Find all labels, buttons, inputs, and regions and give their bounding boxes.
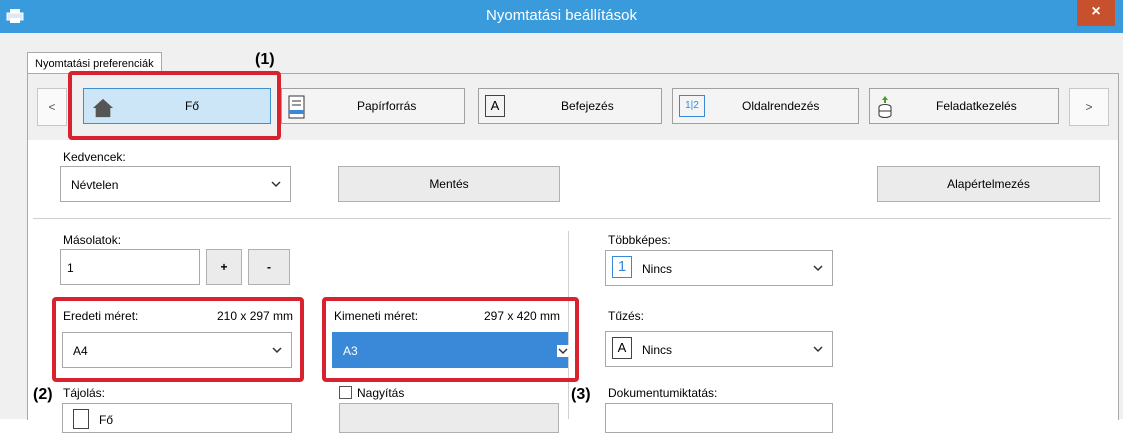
- multipage-label: Többképes:: [608, 233, 671, 247]
- zoom-checkbox[interactable]: [339, 386, 352, 399]
- favorites-label: Kedvencek:: [63, 150, 126, 164]
- copies-value: 1: [67, 261, 74, 275]
- output-size-select[interactable]: A3: [332, 332, 569, 368]
- scroll-left-button[interactable]: <: [37, 88, 67, 126]
- original-size-label: Eredeti méret:: [63, 309, 139, 323]
- multipage-select[interactable]: 1 Nincs: [605, 250, 833, 286]
- multipage-value: Nincs: [642, 262, 673, 276]
- copies-increment-button[interactable]: +: [206, 249, 242, 285]
- close-icon: ×: [1091, 3, 1101, 20]
- title-bar: Nyomtatási beállítások ×: [0, 0, 1123, 33]
- paper-tray-icon: [288, 95, 305, 119]
- chevron-down-icon: [813, 265, 823, 272]
- stapling-label: Tűzés:: [608, 309, 645, 323]
- chevron-down-icon: [813, 346, 823, 353]
- orientation-icon: [73, 409, 89, 429]
- tab-finishing-label: Befejezés: [561, 99, 614, 113]
- output-size-dims: 297 x 420 mm: [484, 309, 561, 323]
- original-size-value: A4: [73, 344, 88, 358]
- window-title: Nyomtatási beállítások: [486, 7, 637, 24]
- output-size-value: A3: [343, 344, 358, 358]
- tab-job-handling[interactable]: Feladatkezelés: [869, 88, 1059, 124]
- copies-input[interactable]: 1: [60, 249, 200, 285]
- orientation-value: Fő: [99, 413, 114, 427]
- multipage-icon: 1: [612, 256, 632, 278]
- chevron-down-icon: [557, 345, 569, 357]
- tab-layout-label: Oldalrendezés: [742, 99, 820, 113]
- job-storage-icon: [878, 96, 892, 118]
- tab-paper-source-label: Papírforrás: [357, 99, 417, 113]
- layout-icon: 1|2: [679, 95, 705, 117]
- callout-1: (1): [255, 51, 275, 68]
- callout-box-main-tab: [68, 71, 281, 140]
- tab-finishing[interactable]: A Befejezés: [478, 88, 662, 124]
- favorites-select[interactable]: Névtelen: [60, 166, 291, 202]
- chevron-down-icon: [272, 347, 282, 354]
- tab-job-handling-label: Feladatkezelés: [936, 99, 1017, 113]
- orientation-label: Tájolás:: [63, 386, 106, 400]
- finishing-icon: A: [485, 95, 505, 117]
- original-size-select[interactable]: A4: [62, 332, 292, 368]
- document-filing-label: Dokumentumiktatás:: [608, 386, 718, 400]
- scroll-right-button[interactable]: >: [1069, 88, 1109, 126]
- staple-icon: A: [612, 337, 632, 359]
- orientation-select[interactable]: Fő: [62, 403, 292, 433]
- favorites-value: Névtelen: [71, 178, 119, 192]
- tab-layout[interactable]: 1|2 Oldalrendezés: [672, 88, 859, 124]
- stapling-value: Nincs: [642, 343, 673, 357]
- close-button[interactable]: ×: [1077, 0, 1115, 26]
- original-size-dims: 210 x 297 mm: [217, 309, 294, 323]
- callout-2: (2): [33, 386, 53, 403]
- zoom-label: Nagyítás: [357, 386, 405, 400]
- zoom-settings-button[interactable]: [339, 403, 559, 433]
- copies-decrement-button[interactable]: -: [248, 249, 290, 285]
- chevron-down-icon: [271, 181, 281, 188]
- callout-3: (3): [571, 386, 591, 403]
- copies-label: Másolatok:: [63, 233, 122, 247]
- tab-paper-source[interactable]: Papírforrás: [281, 88, 465, 124]
- defaults-button[interactable]: Alapértelmezés: [877, 166, 1100, 202]
- output-size-label: Kimeneti méret:: [334, 309, 419, 323]
- stapling-select[interactable]: A Nincs: [605, 331, 833, 367]
- divider: [33, 218, 1111, 219]
- save-button[interactable]: Mentés: [338, 166, 560, 202]
- document-filing-select[interactable]: [605, 403, 833, 433]
